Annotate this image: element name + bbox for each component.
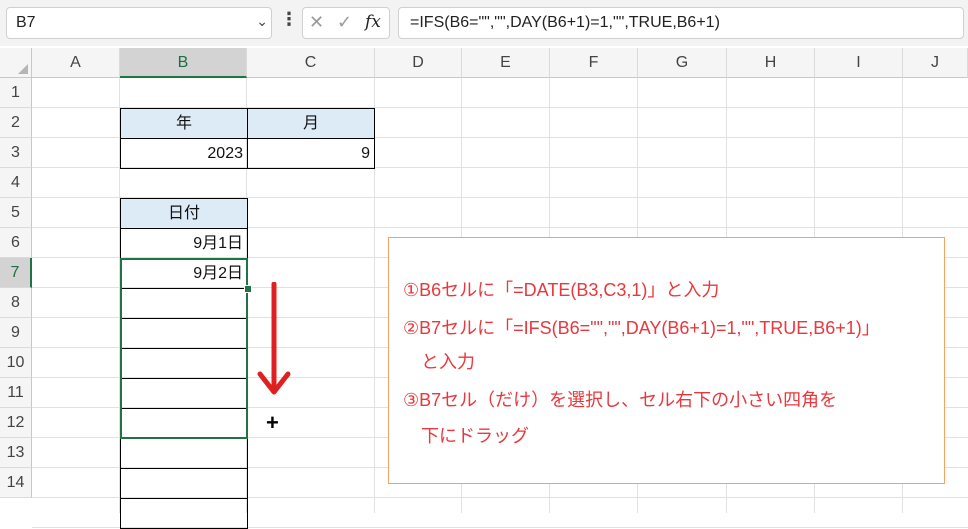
cell-B14[interactable] xyxy=(120,468,248,499)
cell-C3[interactable]: 9 xyxy=(247,138,375,169)
selection-range xyxy=(120,258,248,439)
cell-B6[interactable]: 9月1日 xyxy=(120,228,248,259)
row-header-2[interactable]: 2 xyxy=(0,108,32,138)
row-header-6[interactable]: 6 xyxy=(0,228,32,258)
select-all-button[interactable] xyxy=(0,48,32,78)
row-header-12[interactable]: 12 xyxy=(0,408,32,438)
formula-controls: ✕ ✓ fx xyxy=(302,7,390,39)
close-icon[interactable]: ✕ xyxy=(309,12,324,33)
formula-input[interactable]: =IFS(B6="","",DAY(B6+1)=1,"",TRUE,B6+1) xyxy=(398,7,964,39)
drag-down-arrow-icon xyxy=(257,282,291,395)
name-box[interactable]: B7 ⌄ xyxy=(6,7,272,39)
row-header-3[interactable]: 3 xyxy=(0,138,32,168)
row-header-13[interactable]: 13 xyxy=(0,438,32,468)
insert-function-button[interactable]: fx xyxy=(365,12,381,32)
column-header-C[interactable]: C xyxy=(247,48,375,78)
name-box-value: B7 xyxy=(16,14,36,31)
column-header-H[interactable]: H xyxy=(727,48,815,78)
column-header-D[interactable]: D xyxy=(375,48,462,78)
instruction-box: ①B6セルに「=DATE(B3,C3,1)」と入力 ②B7セルに「=IFS(B6… xyxy=(388,237,945,484)
row-header-7[interactable]: 7 xyxy=(0,258,32,288)
crosshair-cursor-icon: + xyxy=(266,410,279,435)
cell-B2[interactable]: 年 xyxy=(120,108,248,139)
check-icon[interactable]: ✓ xyxy=(337,12,352,33)
chevron-down-icon[interactable]: ⌄ xyxy=(256,13,268,30)
row-header-10[interactable]: 10 xyxy=(0,348,32,378)
instruction-line-1: ①B6セルに「=DATE(B3,C3,1)」と入力 xyxy=(403,280,720,300)
fill-handle[interactable] xyxy=(244,285,252,293)
formula-bar-area: B7 ⌄ ⋮ ✕ ✓ fx =IFS(B6="","",DAY(B6+1)=1,… xyxy=(0,0,968,46)
row-header-4[interactable]: 4 xyxy=(0,168,32,198)
row-header-11[interactable]: 11 xyxy=(0,378,32,408)
row-header-1[interactable]: 1 xyxy=(0,78,32,108)
vertical-dots-icon[interactable]: ⋮ xyxy=(280,10,298,28)
instruction-line-5: 下にドラッグ xyxy=(403,426,529,446)
instruction-line-4: ③B7セル（だけ）を選択し、セル右下の小さい四角を xyxy=(403,390,838,410)
column-header-G[interactable]: G xyxy=(638,48,727,78)
column-header-B[interactable]: B xyxy=(120,48,247,78)
cell-B5[interactable]: 日付 xyxy=(120,198,248,229)
column-header-F[interactable]: F xyxy=(550,48,638,78)
column-header-A[interactable]: A xyxy=(32,48,120,78)
row-header-5[interactable]: 5 xyxy=(0,198,32,228)
cell-C2[interactable]: 月 xyxy=(247,108,375,139)
instruction-line-2: ②B7セルに「=IFS(B6="","",DAY(B6+1)=1,"",TRUE… xyxy=(403,318,880,338)
row-header-8[interactable]: 8 xyxy=(0,288,32,318)
cell-B15[interactable] xyxy=(120,498,248,529)
column-header-J[interactable]: J xyxy=(903,48,968,78)
row-header-14[interactable]: 14 xyxy=(0,468,32,498)
formula-text: =IFS(B6="","",DAY(B6+1)=1,"",TRUE,B6+1) xyxy=(410,14,720,31)
column-header-I[interactable]: I xyxy=(815,48,903,78)
column-header-E[interactable]: E xyxy=(462,48,550,78)
row-header-9[interactable]: 9 xyxy=(0,318,32,348)
instruction-line-3: と入力 xyxy=(403,352,475,372)
cell-B3[interactable]: 2023 xyxy=(120,138,248,169)
cell-B13[interactable] xyxy=(120,438,248,469)
